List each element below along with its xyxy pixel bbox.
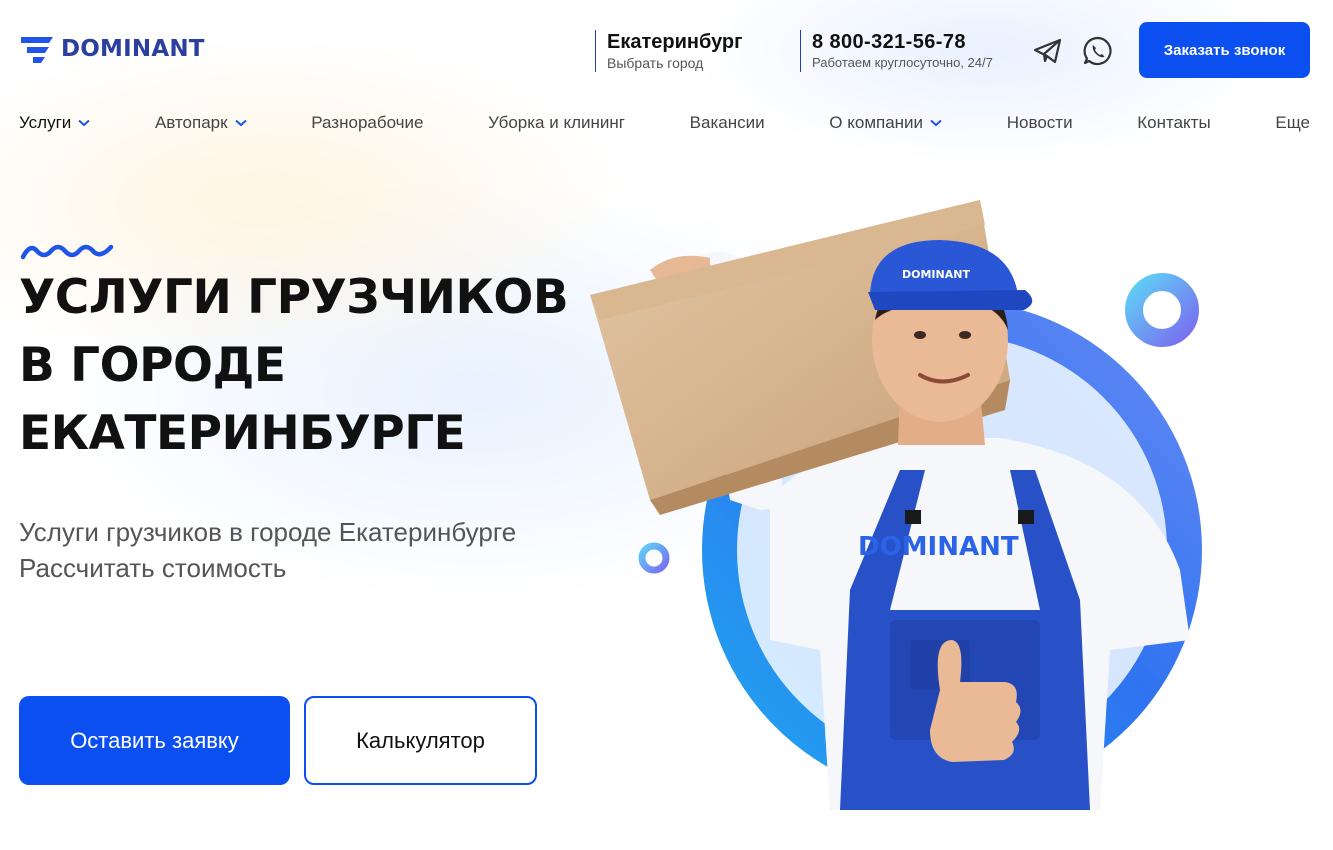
- nav-item-label: Услуги: [19, 113, 72, 132]
- nav-item-services[interactable]: Услуги: [19, 113, 90, 133]
- shirt-logo-text: DOMINANT: [858, 532, 1019, 562]
- small-ring-decoration: [1125, 273, 1199, 347]
- hero-title: УСЛУГИ ГРУЗЧИКОВ В ГОРОДЕ ЕКАТЕРИНБУРГЕ: [19, 264, 619, 468]
- calculator-button[interactable]: Калькулятор: [304, 696, 537, 785]
- city-selector[interactable]: Екатеринбург Выбрать город: [595, 30, 742, 72]
- telegram-icon[interactable]: [1032, 35, 1064, 67]
- cap-logo-text: DOMINANT: [902, 268, 970, 281]
- logo-text: DOMINANT: [61, 36, 205, 62]
- nav-item-about[interactable]: О компании: [829, 113, 942, 133]
- nav-item-more[interactable]: Еще: [1275, 113, 1310, 133]
- nav-item-fleet[interactable]: Автопарк: [155, 113, 247, 133]
- squiggle-decoration: [20, 244, 114, 260]
- phone-block: 8 800-321-56-78 Работаем круглосуточно, …: [800, 30, 993, 72]
- nav-item-cleaning[interactable]: Уборка и клининг: [488, 113, 625, 133]
- callback-button[interactable]: Заказать звонок: [1139, 22, 1310, 78]
- hero-subtitle: Услуги грузчиков в городе Екатеринбурге …: [19, 514, 516, 586]
- hero-title-line: ЕКАТЕРИНБУРГЕ: [19, 406, 466, 461]
- nav-item-contacts[interactable]: Контакты: [1137, 113, 1210, 133]
- nav-item-label: Разнорабочие: [311, 113, 424, 132]
- nav-item-label: Контакты: [1137, 113, 1211, 132]
- whatsapp-icon[interactable]: [1082, 35, 1114, 67]
- chevron-down-icon: [930, 119, 942, 127]
- leave-request-button[interactable]: Оставить заявку: [19, 696, 290, 785]
- nav-item-label: Новости: [1006, 113, 1073, 132]
- nav-item-label: Еще: [1275, 113, 1310, 132]
- nav-item-label: О компании: [829, 113, 924, 132]
- phone-number[interactable]: 8 800-321-56-78: [812, 30, 993, 54]
- logo-mark-icon: [21, 37, 53, 63]
- nav-item-vacancies[interactable]: Вакансии: [690, 113, 765, 133]
- nav-item-label: Автопарк: [154, 113, 228, 132]
- nav-item-label: Уборка и клининг: [488, 113, 625, 132]
- city-hint[interactable]: Выбрать город: [607, 54, 742, 72]
- logo[interactable]: DOMINANT: [19, 33, 205, 65]
- hero-subtitle-line: Рассчитать стоимость: [19, 553, 287, 583]
- nav-item-label: Вакансии: [689, 113, 765, 132]
- hero-subtitle-line: Услуги грузчиков в городе Екатеринбурге: [19, 517, 517, 547]
- hero-title-line: УСЛУГИ ГРУЗЧИКОВ: [19, 270, 569, 325]
- hero-illustration: DOMINANT DOMINANT: [590, 200, 1202, 810]
- hero-title-line: В ГОРОДЕ: [19, 338, 286, 393]
- main-nav: Услуги Автопарк Разнорабочие Уборка и кл…: [19, 110, 1310, 136]
- tiny-ring-decoration: [638, 542, 670, 574]
- chevron-down-icon: [234, 119, 247, 127]
- working-hours: Работаем круглосуточно, 24/7: [812, 55, 993, 70]
- city-name: Екатеринбург: [607, 31, 743, 53]
- chevron-down-icon: [78, 119, 90, 127]
- nav-item-news[interactable]: Новости: [1007, 113, 1073, 133]
- nav-item-laborers[interactable]: Разнорабочие: [311, 113, 423, 133]
